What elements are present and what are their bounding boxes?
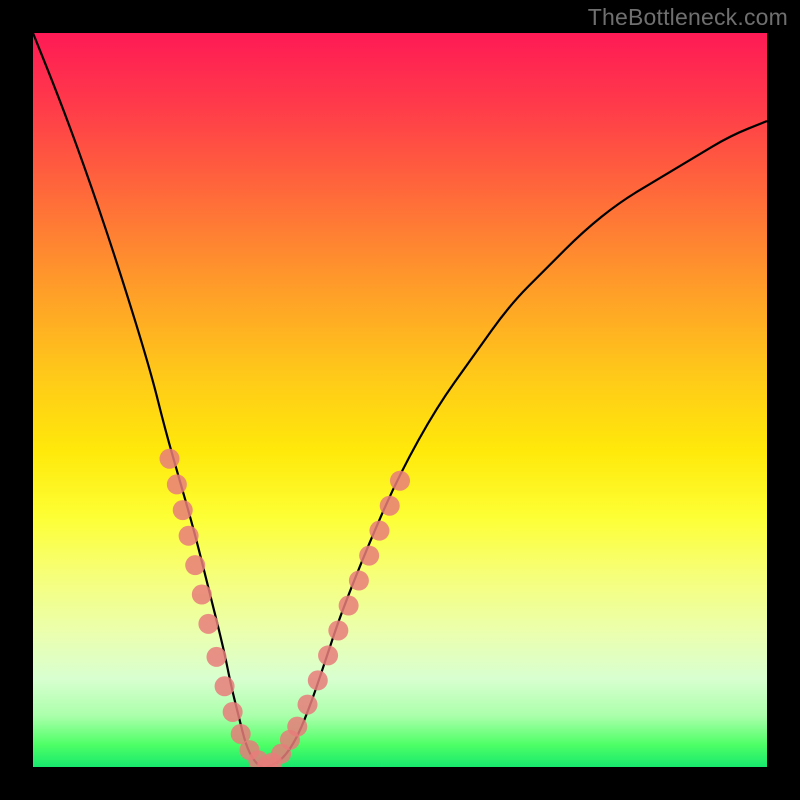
bottleneck-curve — [33, 33, 767, 767]
chart-frame: TheBottleneck.com — [0, 0, 800, 800]
bead-point — [192, 585, 212, 605]
bead-point — [369, 521, 389, 541]
bead-point — [173, 500, 193, 520]
bead-point — [318, 645, 338, 665]
bead-point — [215, 676, 235, 696]
bead-point — [223, 702, 243, 722]
bead-point — [160, 449, 180, 469]
bead-point — [207, 647, 227, 667]
bead-point — [179, 526, 199, 546]
bead-point — [198, 614, 218, 634]
bead-point — [185, 555, 205, 575]
curve-svg — [33, 33, 767, 767]
bead-point — [328, 620, 348, 640]
bead-point — [359, 546, 379, 566]
bead-point — [308, 670, 328, 690]
bead-point — [167, 474, 187, 494]
bead-point — [339, 596, 359, 616]
bead-point — [287, 717, 307, 737]
bead-group-left — [160, 449, 278, 767]
bead-point — [349, 571, 369, 591]
bead-point — [380, 496, 400, 516]
watermark-label: TheBottleneck.com — [588, 4, 788, 31]
bead-point — [390, 471, 410, 491]
bead-point — [298, 695, 318, 715]
plot-area — [33, 33, 767, 767]
bead-group-right — [262, 471, 410, 767]
